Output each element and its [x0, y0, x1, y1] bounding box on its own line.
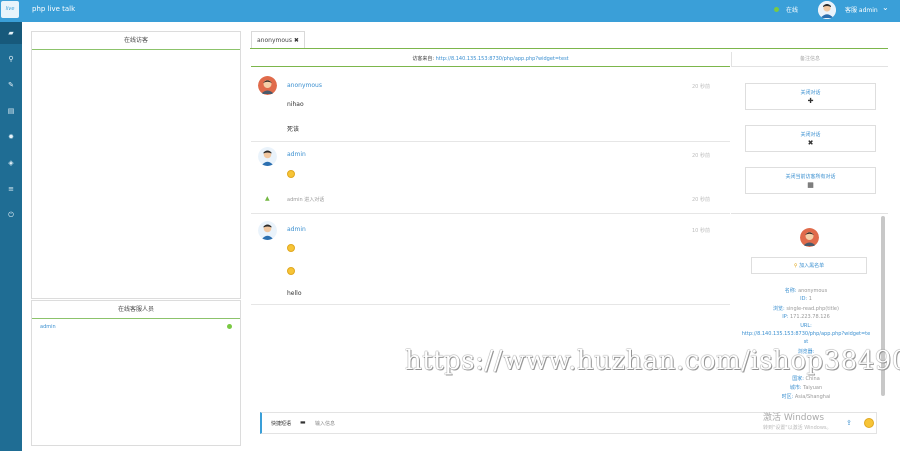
online-staff-panel: 在线客服人员: [31, 300, 241, 446]
power-icon[interactable]: ⏻: [0, 204, 22, 226]
quick-reply-button[interactable]: 快捷短语: [271, 420, 291, 427]
avatar[interactable]: [818, 1, 836, 19]
list-icon[interactable]: ▤: [0, 100, 22, 122]
message-list[interactable]: anonymous 20 秒前 nihao 死该 admin 20 秒前 ▲ a…: [251, 68, 730, 313]
avatar: [258, 221, 277, 240]
message-text: 死该: [287, 126, 300, 133]
visitor-source-link[interactable]: http://8.140.135.153:8730/php/app.php?wi…: [436, 56, 569, 62]
folder-icon[interactable]: ▬: [300, 419, 306, 426]
info-row: 城市: Taiyuan: [789, 385, 823, 391]
online-visitors-title: 在线访客: [32, 32, 240, 50]
message-author[interactable]: admin: [287, 226, 306, 233]
avatar: [800, 228, 819, 247]
windows-activation-hint: 转到"设置"以激活 Windows。: [763, 425, 832, 431]
close-icon[interactable]: ✖: [294, 37, 299, 44]
tab-anonymous[interactable]: anonymous ✖: [251, 31, 305, 49]
online-status-dot: [774, 7, 779, 12]
info-row: st: [803, 339, 809, 345]
close-chat-button[interactable]: 关闭对话 ✖: [745, 125, 876, 152]
user-icon: ▲: [265, 195, 270, 202]
location-icon[interactable]: ⚲: [0, 48, 22, 70]
avatar: [258, 147, 277, 166]
notes-header: 备注信息: [731, 52, 888, 67]
avatar: [258, 76, 277, 95]
message-text: nihao: [287, 101, 304, 108]
upload-icon[interactable]: ⇪: [846, 419, 852, 427]
info-row: http://8.140.135.153:8730/php/app.php?wi…: [741, 331, 871, 337]
emoji-icon: [287, 244, 295, 252]
emoji-icon: [287, 170, 295, 178]
blacklist-label: 加入黑名单: [799, 263, 825, 269]
side-nav: ▰ ⚲ ✎ ▤ ✹ ◈ ≡ ⏻: [0, 22, 22, 451]
top-bar: live php live talk 在线 客服 admin ⌄: [0, 0, 900, 22]
divider: [250, 48, 888, 49]
layers-icon[interactable]: ◈: [0, 152, 22, 174]
online-status-dot: [227, 324, 232, 329]
visitor-source-bar: 访客来自: http://8.140.135.153:8730/php/app.…: [251, 52, 730, 67]
online-visitors-panel: 在线访客: [31, 31, 241, 299]
plus-icon: ✚: [807, 97, 814, 105]
message-time: 10 秒前: [692, 228, 710, 234]
message-time: 20 秒前: [692, 197, 710, 203]
watermark: https://www.huzhan.com/ishop38490: [405, 346, 900, 376]
gear-icon[interactable]: ✹: [0, 126, 22, 148]
visitor-source-label: 访客来自:: [412, 56, 436, 62]
grid-icon: ▦: [807, 181, 814, 189]
close-all-chats-button[interactable]: 关闭当前访客所有对话 ▦: [745, 167, 876, 194]
user-name[interactable]: 客服 admin: [845, 5, 878, 14]
wrench-icon[interactable]: ✎: [0, 74, 22, 96]
message: anonymous 20 秒前 nihao 死该: [251, 68, 730, 142]
info-row: IP: 171.223.78.126: [782, 314, 830, 320]
message: admin 20 秒前 ▲ admin 进入对话 20 秒前: [251, 143, 730, 214]
close-chat-button[interactable]: 关闭对话 ✚: [745, 83, 876, 110]
info-row: 时区: Asia/Shanghai: [781, 394, 831, 400]
blacklist-button[interactable]: ⚲ 加入黑名单: [751, 257, 867, 274]
message-time: 20 秒前: [692, 84, 710, 90]
message-input[interactable]: 输入信息: [315, 420, 335, 427]
chat-icon[interactable]: ▰: [0, 22, 22, 44]
online-status-text[interactable]: 在线: [786, 5, 798, 14]
emoji-icon: [287, 267, 295, 275]
app-title: php live talk: [32, 5, 76, 13]
info-row: 名称: anonymous: [784, 288, 828, 294]
action-label: 关闭当前访客所有对话: [785, 174, 836, 180]
emoji-picker-icon[interactable]: [864, 418, 874, 428]
system-message: admin 进入对话: [287, 197, 325, 203]
windows-activation-title: 激活 Windows: [763, 413, 825, 423]
pin-icon: ⚲: [793, 263, 798, 269]
message: admin 10 秒前 hello: [251, 215, 730, 305]
menu-icon[interactable]: ≡: [0, 178, 22, 200]
message-author[interactable]: anonymous: [287, 82, 322, 89]
action-label: 关闭对话: [800, 132, 821, 138]
info-row: 国家: China: [792, 376, 820, 382]
chevron-down-icon[interactable]: ⌄: [882, 3, 889, 12]
action-label: 关闭对话: [800, 90, 821, 96]
info-row: URL:: [800, 323, 812, 329]
message-author[interactable]: admin: [287, 151, 306, 158]
info-row: ID: 1: [800, 296, 812, 302]
list-item[interactable]: admin: [40, 324, 56, 330]
message-time: 20 秒前: [692, 153, 710, 159]
message-text: hello: [287, 290, 302, 297]
close-icon: ✖: [807, 139, 814, 147]
tab-label: anonymous: [257, 37, 292, 44]
online-staff-title: 在线客服人员: [32, 301, 240, 319]
info-row: 浏览: single-read.php(title): [773, 306, 839, 312]
app-logo[interactable]: live: [1, 1, 19, 18]
